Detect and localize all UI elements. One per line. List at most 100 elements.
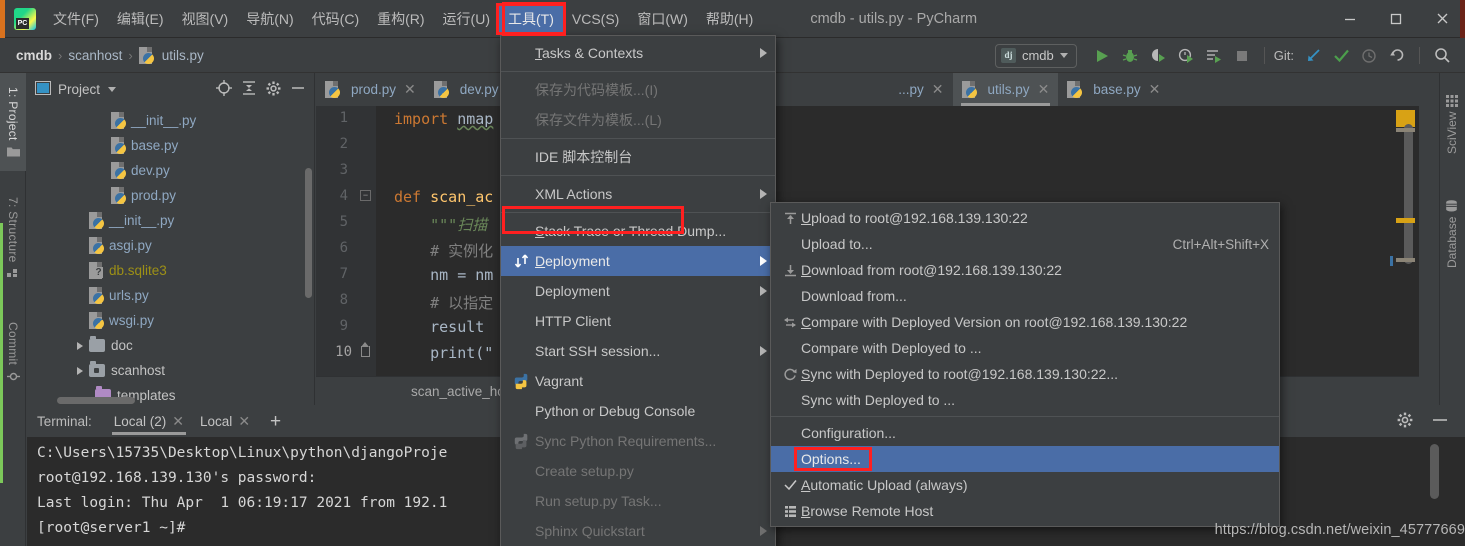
target-icon[interactable] xyxy=(216,80,232,99)
menu-view[interactable]: 视图(V) xyxy=(173,6,238,32)
menu-code[interactable]: 代码(C) xyxy=(303,6,368,32)
submenu-item-options[interactable]: Options... xyxy=(771,446,1279,472)
hide-icon[interactable] xyxy=(1431,413,1449,430)
project-tree[interactable]: __init__.py base.py dev.py prod.py __ini… xyxy=(27,106,314,405)
menu-item-vagrant[interactable]: Start SSH session... xyxy=(501,336,775,366)
fold-collapse-icon[interactable]: − xyxy=(360,190,371,201)
deployment-submenu[interactable]: Upload to root@192.168.139.130:22 Upload… xyxy=(770,202,1280,527)
menu-item-create-setup-py[interactable]: Sync Python Requirements... xyxy=(501,426,775,456)
close-icon[interactable]: ✕ xyxy=(172,413,184,430)
menu-item-sync-python-requirements[interactable]: Python or Debug Console xyxy=(501,396,775,426)
close-icon[interactable]: ✕ xyxy=(404,81,416,98)
submenu-item-sync-with-deployed-host[interactable]: Sync with Deployed to root@192.168.139.1… xyxy=(771,361,1279,387)
menu-run[interactable]: 运行(U) xyxy=(434,6,499,32)
menu-help[interactable]: 帮助(H) xyxy=(697,6,762,32)
menu-item-python-or-debug-console[interactable]: Vagrant xyxy=(501,366,775,396)
submenu-item-sync-with-deployed-to[interactable]: Sync with Deployed to ... xyxy=(771,387,1279,413)
menu-refactor[interactable]: 重构(R) xyxy=(368,6,433,32)
tab-partial-py[interactable]: ...py ✕ xyxy=(889,73,952,106)
menu-item-stack-trace[interactable]: Stack Trace or Thread Dump... xyxy=(501,216,775,246)
menu-item-deployment[interactable]: Deployment xyxy=(501,246,775,276)
collapse-all-icon[interactable] xyxy=(241,80,257,99)
tree-item-base-py[interactable]: base.py xyxy=(27,133,314,158)
breadcrumb-scanhost[interactable]: scanhost xyxy=(68,48,122,63)
terminal-vscrollbar[interactable] xyxy=(1430,444,1439,499)
submenu-item-download-from-host[interactable]: Download from root@192.168.139.130:22 xyxy=(771,257,1279,283)
tab-prod-py[interactable]: prod.py ✕ xyxy=(316,73,425,106)
breadcrumb-cmdb[interactable]: cmdb xyxy=(16,48,52,63)
project-tree-hscrollbar[interactable] xyxy=(57,397,135,404)
tools-menu[interactable]: Tasks & Contexts 保存为代码模板...(I) 保存文件为模板..… xyxy=(500,35,776,546)
editor-gutter[interactable]: 1 2 3 4 5 6 7 8 9 10 − xyxy=(316,106,376,376)
sidebar-item-database[interactable]: Database xyxy=(1439,181,1465,286)
close-icon[interactable]: ✕ xyxy=(1149,81,1161,98)
rollback-icon[interactable] xyxy=(1384,43,1410,69)
update-project-icon[interactable] xyxy=(1300,43,1326,69)
close-icon[interactable]: ✕ xyxy=(932,81,944,98)
breadcrumb-utils-py[interactable]: utils.py xyxy=(162,48,204,63)
terminal-tab-local[interactable]: Local ✕ xyxy=(192,406,258,437)
submenu-item-upload-to-host[interactable]: Upload to root@192.168.139.130:22 xyxy=(771,205,1279,231)
sidebar-item-structure[interactable]: 7: Structure xyxy=(0,183,26,293)
tree-item-asgi-py[interactable]: asgi.py xyxy=(27,233,314,258)
project-tree-vscrollbar[interactable] xyxy=(305,168,312,298)
menu-edit[interactable]: 编辑(E) xyxy=(108,6,173,32)
tree-item-prod-py[interactable]: prod.py xyxy=(27,183,314,208)
submenu-item-compare-with-deployed-to[interactable]: Compare with Deployed to ... xyxy=(771,335,1279,361)
menu-item-save-file-as-template[interactable]: 保存文件为模板...(L) xyxy=(501,105,775,135)
commit-icon[interactable] xyxy=(1328,43,1354,69)
terminal-tab-local-2[interactable]: Local (2) ✕ xyxy=(106,406,192,437)
menu-navigate[interactable]: 导航(N) xyxy=(237,6,302,32)
profile-icon[interactable] xyxy=(1173,43,1199,69)
editor-minimap[interactable] xyxy=(1389,106,1419,376)
tree-item-urls-py[interactable]: urls.py xyxy=(27,283,314,308)
run-coverage-icon[interactable] xyxy=(1145,43,1171,69)
gear-icon[interactable] xyxy=(266,81,281,99)
tab-base-py[interactable]: base.py ✕ xyxy=(1058,73,1169,106)
tree-item-init-py-inner[interactable]: __init__.py xyxy=(27,108,314,133)
run-icon[interactable] xyxy=(1089,43,1115,69)
run-with-console-icon[interactable] xyxy=(1201,43,1227,69)
tree-item-dev-py[interactable]: dev.py xyxy=(27,158,314,183)
tab-utils-py[interactable]: utils.py ✕ xyxy=(952,73,1059,106)
tree-item-scanhost[interactable]: scanhost xyxy=(27,358,314,383)
menu-item-run-setup-py-task[interactable]: Create setup.py xyxy=(501,456,775,486)
submenu-item-upload-to[interactable]: Upload to... Ctrl+Alt+Shift+X xyxy=(771,231,1279,257)
tree-item-db-sqlite3[interactable]: ? db.sqlite3 xyxy=(27,258,314,283)
menu-item-http-client[interactable]: Deployment xyxy=(501,276,775,306)
menu-window[interactable]: 窗口(W) xyxy=(628,6,697,32)
submenu-item-compare-with-deployed-version[interactable]: Compare with Deployed Version on root@19… xyxy=(771,309,1279,335)
gear-icon[interactable] xyxy=(1397,412,1413,431)
menu-item-datalore[interactable]: Sphinx Quickstart xyxy=(501,516,775,546)
menu-item-xml-actions[interactable]: XML Actions xyxy=(501,179,775,209)
tree-item-init-py[interactable]: __init__.py xyxy=(27,208,314,233)
sidebar-item-sciview[interactable]: SciView xyxy=(1439,77,1465,172)
debug-icon[interactable] xyxy=(1117,43,1143,69)
submenu-item-download-from[interactable]: Download from... xyxy=(771,283,1279,309)
editor-vscrollbar[interactable] xyxy=(1404,124,1413,264)
maximize-icon[interactable] xyxy=(1373,0,1419,38)
menu-item-sphinx-quickstart[interactable]: Run setup.py Task... xyxy=(501,486,775,516)
menu-file[interactable]: 文件(F) xyxy=(44,6,108,32)
menu-item-start-ssh-session[interactable]: HTTP Client xyxy=(501,306,775,336)
hide-icon[interactable] xyxy=(290,81,306,98)
submenu-item-configuration[interactable]: Configuration... xyxy=(771,420,1279,446)
chevron-down-icon[interactable] xyxy=(108,87,117,92)
menu-tools[interactable]: 工具(T) xyxy=(495,2,566,35)
sidebar-item-project[interactable]: 1: Project xyxy=(0,73,26,171)
chevron-right-icon[interactable] xyxy=(77,366,83,375)
menu-item-tasks-contexts[interactable]: Tasks & Contexts xyxy=(501,38,775,68)
menu-vcs[interactable]: VCS(S) xyxy=(563,6,628,32)
search-icon[interactable] xyxy=(1429,43,1455,69)
close-icon[interactable]: ✕ xyxy=(1038,81,1050,98)
sidebar-item-commit[interactable]: Commit xyxy=(0,305,26,400)
submenu-item-automatic-upload[interactable]: Automatic Upload (always) xyxy=(771,472,1279,498)
add-terminal-button[interactable]: + xyxy=(270,412,281,431)
close-icon[interactable] xyxy=(1419,0,1465,38)
submenu-item-browse-remote-host[interactable]: Browse Remote Host xyxy=(771,498,1279,524)
close-icon[interactable]: ✕ xyxy=(238,413,250,430)
minimize-icon[interactable] xyxy=(1327,0,1373,38)
tree-item-wsgi-py[interactable]: wsgi.py xyxy=(27,308,314,333)
run-configuration-selector[interactable]: dj cmdb xyxy=(994,43,1077,68)
chevron-right-icon[interactable] xyxy=(77,341,83,350)
